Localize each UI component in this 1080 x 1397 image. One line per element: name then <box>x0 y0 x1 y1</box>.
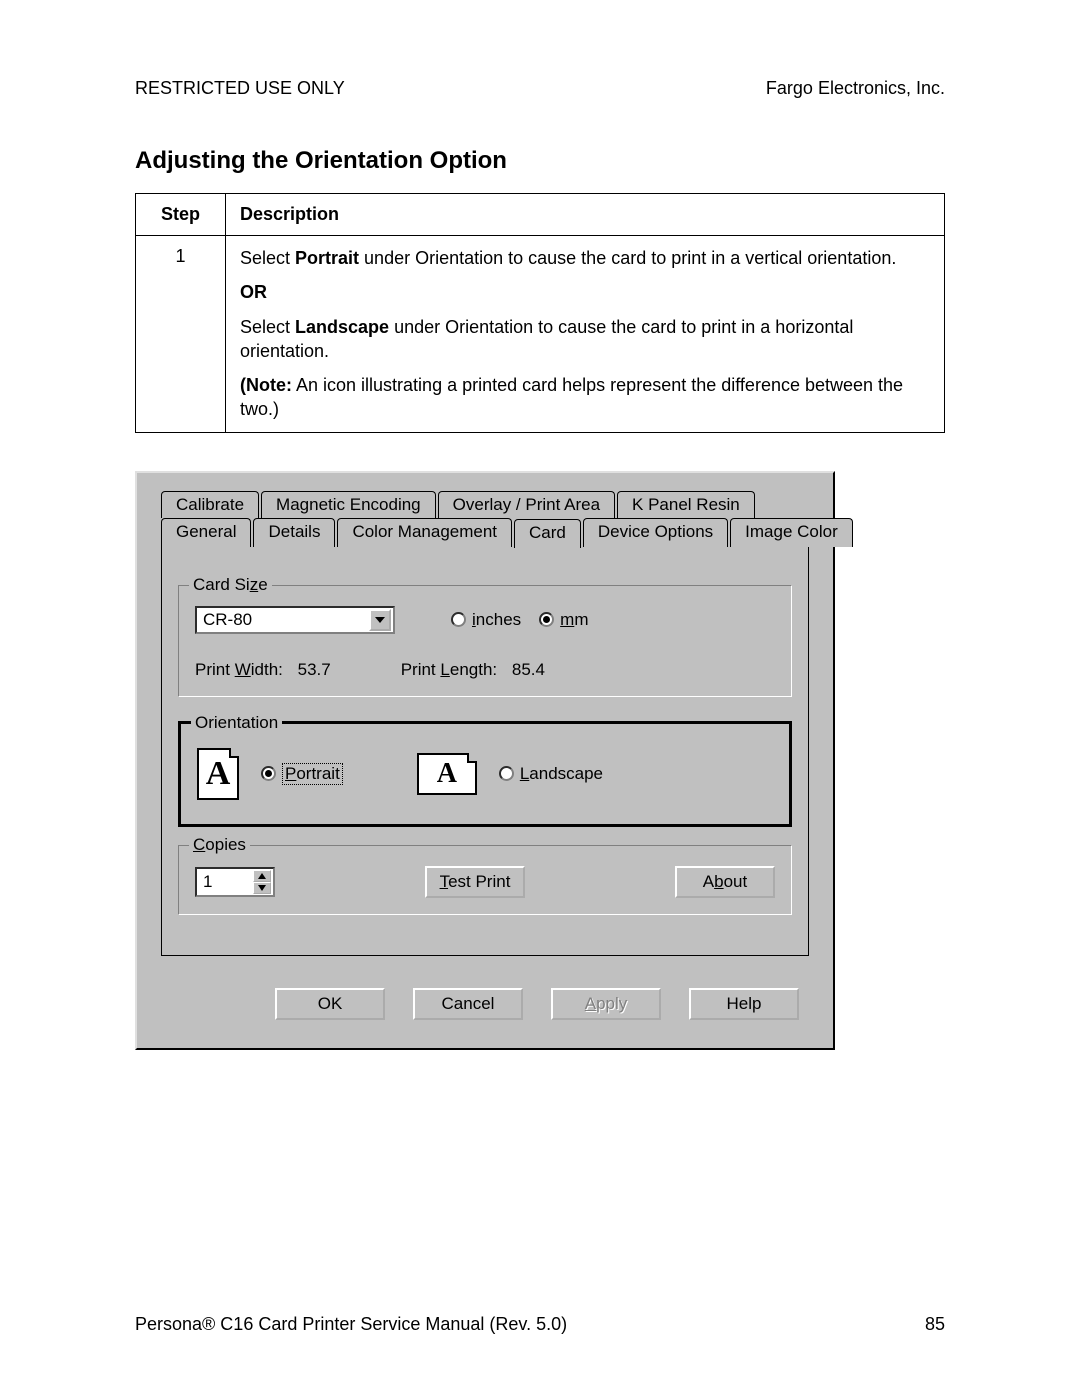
orientation-legend: Orientation <box>191 713 282 733</box>
tab-details[interactable]: Details <box>253 518 335 547</box>
step-number: 1 <box>136 236 226 433</box>
print-width-value: 53.7 <box>298 660 331 679</box>
radio-dot-icon <box>451 612 466 627</box>
landscape-card-icon: A <box>417 753 477 795</box>
apply-button[interactable]: Apply <box>551 988 661 1020</box>
tab-overlay-print-area[interactable]: Overlay / Print Area <box>438 491 615 518</box>
radio-landscape[interactable]: Landscape <box>499 764 603 784</box>
header-right: Fargo Electronics, Inc. <box>766 78 945 99</box>
portrait-card-icon: A <box>197 748 239 800</box>
card-size-legend: Card Size <box>189 575 272 595</box>
copies-spinner[interactable]: 1 <box>195 867 275 897</box>
footer-page-number: 85 <box>925 1314 945 1335</box>
radio-dot-icon <box>499 766 514 781</box>
properties-dialog: Calibrate Magnetic Encoding Overlay / Pr… <box>135 471 835 1050</box>
section-title: Adjusting the Orientation Option <box>135 147 945 175</box>
tab-general[interactable]: General <box>161 518 251 547</box>
header-left: RESTRICTED USE ONLY <box>135 78 345 99</box>
th-desc: Description <box>226 194 945 236</box>
tab-device-options[interactable]: Device Options <box>583 518 728 547</box>
print-length-label: Print Length: <box>401 660 502 679</box>
ok-button[interactable]: OK <box>275 988 385 1020</box>
spin-down-button[interactable] <box>253 882 271 894</box>
copies-legend: Copies <box>189 835 250 855</box>
about-button[interactable]: About <box>675 866 775 898</box>
combo-dropdown-button[interactable] <box>369 609 391 631</box>
card-size-combo[interactable]: CR-80 <box>195 606 395 634</box>
test-print-button[interactable]: Test Print <box>425 866 525 898</box>
cancel-button[interactable]: Cancel <box>413 988 523 1020</box>
radio-dot-icon <box>261 766 276 781</box>
tab-magnetic-encoding[interactable]: Magnetic Encoding <box>261 491 436 518</box>
print-width-label: Print Width: <box>195 660 288 679</box>
spin-up-button[interactable] <box>253 870 271 882</box>
print-length-value: 85.4 <box>512 660 545 679</box>
steps-table: Step Description 1 Select Portrait under… <box>135 193 945 433</box>
tab-color-management[interactable]: Color Management <box>337 518 512 547</box>
tab-calibrate[interactable]: Calibrate <box>161 491 259 518</box>
tab-image-color[interactable]: Image Color <box>730 518 853 547</box>
chevron-down-icon <box>375 615 385 625</box>
footer-left: Persona® C16 Card Printer Service Manual… <box>135 1314 567 1335</box>
orientation-group: Orientation A Portrait A <box>178 721 792 827</box>
tab-k-panel-resin[interactable]: K Panel Resin <box>617 491 755 518</box>
copies-group: Copies 1 <box>178 845 792 915</box>
radio-dot-icon <box>539 612 554 627</box>
help-button[interactable]: Help <box>689 988 799 1020</box>
chevron-down-icon <box>258 885 266 891</box>
radio-mm[interactable]: mm <box>539 610 588 630</box>
card-size-value: CR-80 <box>197 608 369 632</box>
card-size-group: Card Size CR-80 inches <box>178 585 792 697</box>
chevron-up-icon <box>258 873 266 879</box>
radio-inches[interactable]: inches <box>451 610 521 630</box>
th-step: Step <box>136 194 226 236</box>
step-description: Select Portrait under Orientation to cau… <box>226 236 945 433</box>
tab-card[interactable]: Card <box>514 519 581 548</box>
radio-portrait[interactable]: Portrait <box>261 763 343 785</box>
copies-value: 1 <box>197 870 253 894</box>
